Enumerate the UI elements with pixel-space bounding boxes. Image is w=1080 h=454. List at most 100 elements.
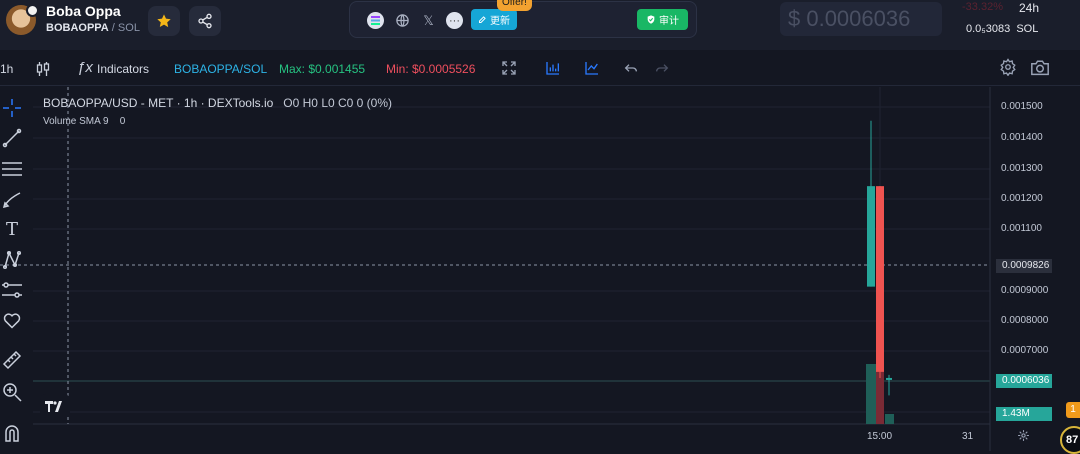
price-sol: 0.0₅3083 SOL [966,23,1038,35]
x-twitter-icon[interactable]: 𝕏 [420,12,437,29]
tradingview-logo[interactable] [40,394,70,418]
volume-tag: 1.43M [996,407,1052,421]
token-pair: BOBAOPPA / SOL [46,22,140,34]
pattern-icon [2,250,22,270]
price-axis-label: 0.001300 [1001,163,1043,174]
indicators-icon[interactable]: ƒx [77,59,93,76]
settings-button[interactable] [999,58,1017,81]
drawing-toolbar: T [0,87,26,451]
fullscreen-button[interactable] [501,60,517,81]
candle-type-button[interactable] [36,61,50,82]
ruler-icon [2,350,22,370]
update-label: 更新 [490,16,510,27]
volume-legend: Volume SMA 9 0 [43,116,125,127]
price-axis-label: 0.001200 [1001,193,1043,204]
share-icon [198,13,212,29]
volume-bar [866,364,876,424]
edit-icon [479,16,486,23]
price-axis-label: 0.001400 [1001,132,1043,143]
price-usd: $ 0.0006036 [780,2,942,36]
measure-tool[interactable] [0,278,24,302]
sliders-icon [2,282,22,298]
bar-chart-button[interactable] [545,60,561,81]
time-label: 31 [962,431,974,442]
undo-button[interactable] [623,60,639,81]
price-sol-unit: SOL [1016,23,1039,35]
camera-icon [1031,60,1049,76]
screenshot-button[interactable] [1030,58,1050,81]
redo-button[interactable] [654,60,670,81]
magnet-icon [5,425,19,442]
volume-bars [866,340,894,424]
price-axis-label: 0.0007000 [1001,345,1049,356]
gear-icon [1000,58,1016,77]
axis-settings-button[interactable] [1017,429,1030,447]
brush-icon [2,192,21,209]
volume-label: Volume SMA 9 [43,116,109,127]
price-axis-label: 0.0009000 [1001,285,1049,296]
volume-bar [876,340,884,424]
trendline-tool[interactable] [0,126,24,150]
price-change: -33.32% [962,1,1003,13]
shield-check-icon [647,15,655,24]
fib-tool[interactable] [0,157,24,181]
volume-value: 0 [119,116,126,127]
score-badge[interactable]: 87 [1060,426,1080,454]
trendline-icon [2,128,22,148]
indicators-button[interactable]: Indicators [97,62,149,76]
candles [867,120,892,396]
undo-icon [624,64,637,72]
line-chart-button[interactable] [584,60,600,81]
candle-body [886,377,892,380]
pattern-tool[interactable] [0,248,24,272]
max-price: Max: $0.001455 [279,62,366,76]
line-chart-icon [585,62,598,75]
price-axis-label: 0.001500 [1001,101,1043,112]
audit-label: 审计 [659,16,679,27]
candle-body [876,186,884,372]
ruler-tool[interactable] [0,348,24,372]
gear-icon [1018,430,1029,441]
price-axis-label: 0.0008000 [1001,315,1049,326]
crosshair-tool[interactable] [0,96,24,120]
candle-body [867,186,875,287]
min-price: Min: $0.0005526 [386,62,476,76]
token-symbol: BOBAOPPA [46,22,109,34]
magnet-tool[interactable] [0,421,24,445]
volume-bar [885,414,894,424]
favorite-button[interactable] [148,6,180,36]
last-price-tag: 0.0006036 [996,374,1052,388]
favorites-tool[interactable] [0,308,24,332]
offer-badge[interactable]: Offer! [497,0,532,11]
heart-icon [3,313,21,329]
audit-button[interactable]: 审计 [637,9,688,30]
more-icon[interactable]: ··· [446,12,463,29]
legend-title: BOBAOPPA/USD - MET · 1h · DEXTools.io [43,96,274,110]
website-icon[interactable] [394,12,411,29]
crosshair-price-tag: 0.0009826 [996,259,1052,273]
share-button[interactable] [189,6,221,36]
change-period[interactable]: 24h [1019,1,1039,15]
token-header: Boba Oppa BOBAOPPA / SOL 𝕏 ··· 更新 Offer!… [0,0,1080,50]
bar-chart-icon [546,62,559,75]
redo-icon [656,64,669,72]
tradingview-icon [45,400,62,412]
zoom-tool[interactable] [0,380,24,404]
fullscreen-icon [502,61,516,75]
chart-toolbar: 1h ƒx Indicators BOBAOPPA/SOL Max: $0.00… [0,50,1080,86]
solana-icon[interactable] [367,12,384,29]
zoom-in-icon [3,383,22,402]
horizontal-lines-icon [2,162,22,176]
chart-legend: BOBAOPPA/USD - MET · 1h · DEXTools.io O0 … [43,96,392,110]
update-button[interactable]: 更新 [471,9,517,30]
notification-badge[interactable]: 1 [1066,402,1080,418]
price-axis-label: 0.001100 [1001,223,1042,234]
chain-badge-icon [26,4,39,17]
legend-ohlc: O0 H0 L0 C0 0 (0%) [283,96,393,110]
brush-tool[interactable] [0,187,24,211]
text-tool[interactable]: T [0,217,24,241]
price-sol-value: 0.0₅3083 [966,23,1011,35]
pair-switch-link[interactable]: BOBAOPPA/SOL [174,62,267,76]
interval-selector[interactable]: 1h [0,62,13,76]
candles-icon [36,62,50,76]
